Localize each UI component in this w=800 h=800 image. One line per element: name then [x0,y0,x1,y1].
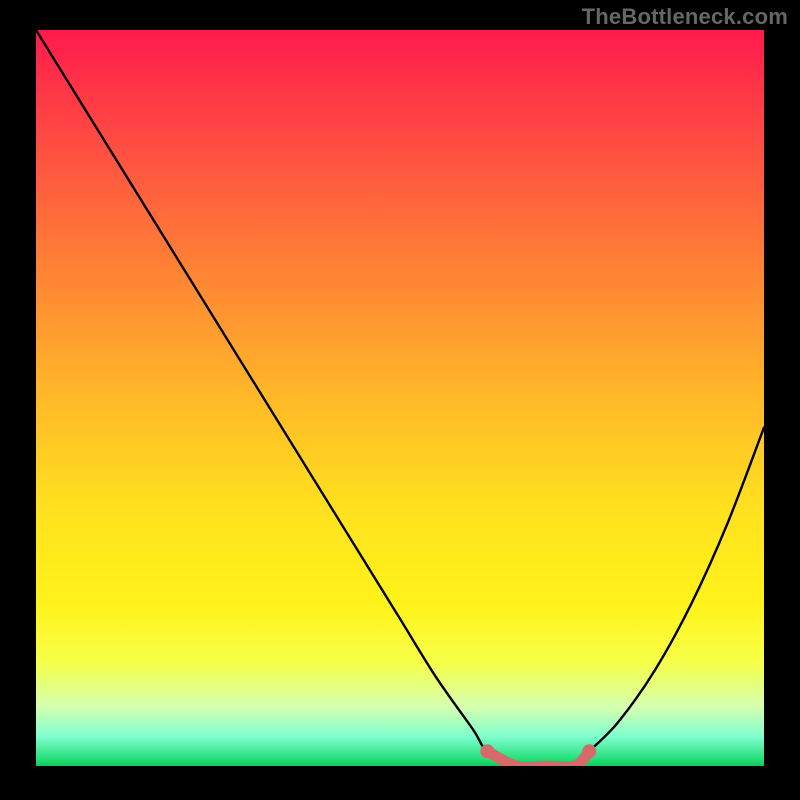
bottleneck-curve-path [36,30,764,766]
optimal-range-start-dot [480,744,494,758]
optimal-range-band [487,751,589,766]
chart-frame: TheBottleneck.com [0,0,800,800]
watermark-text: TheBottleneck.com [582,4,788,30]
curve-layer [36,30,764,766]
plot-area [36,30,764,766]
optimal-range-end-dot [582,744,596,758]
